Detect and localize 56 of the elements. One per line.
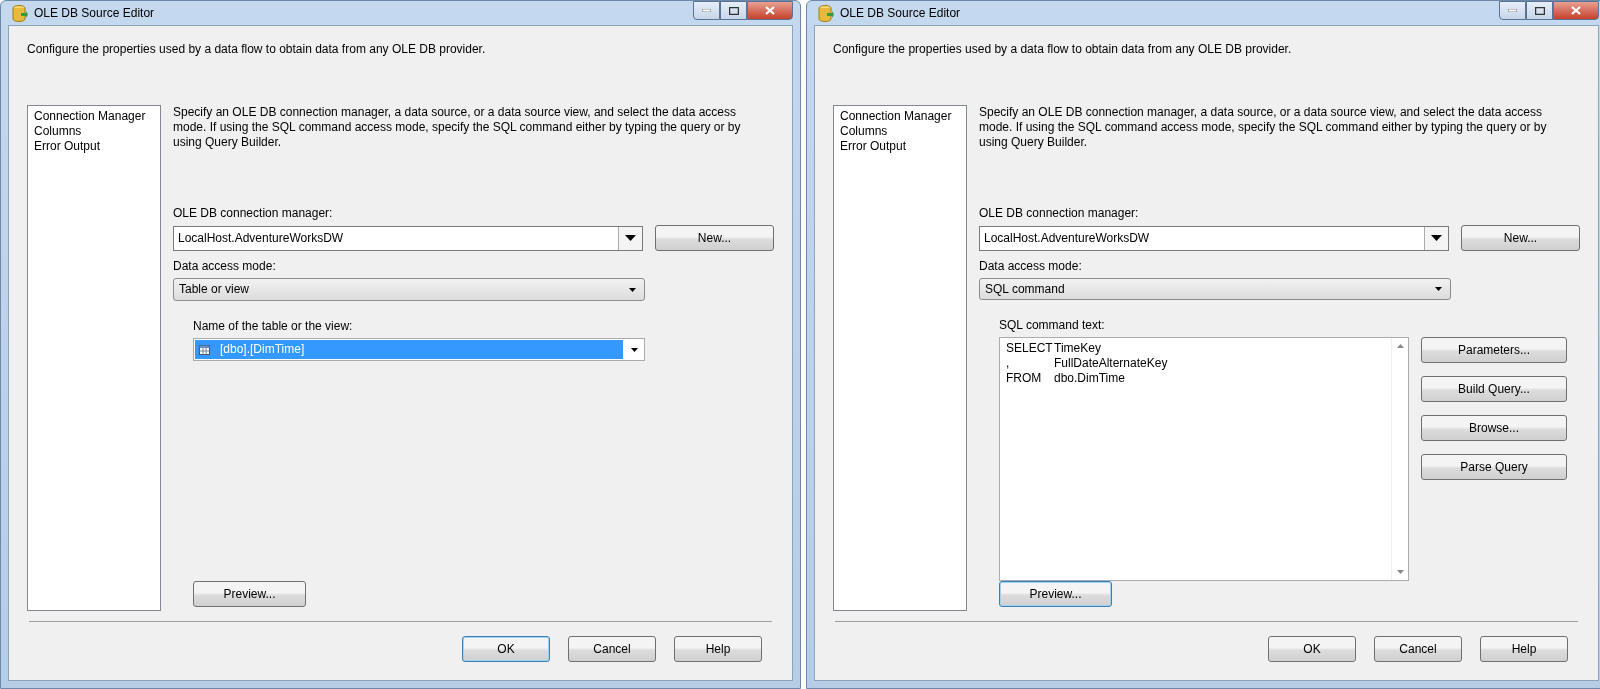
minimize-icon <box>1508 9 1517 12</box>
page-list-item[interactable]: Connection Manager <box>34 109 154 124</box>
maximize-icon <box>1534 6 1545 15</box>
minimize-icon <box>702 9 711 12</box>
dialog-button[interactable]: Cancel <box>568 636 656 662</box>
dialog-button[interactable]: Help <box>1480 636 1568 662</box>
window-title: OLE DB Source Editor <box>840 5 961 21</box>
dialog-button[interactable]: Parameters... <box>1421 337 1567 363</box>
dialog-button[interactable]: OK <box>1268 636 1356 662</box>
maximize-icon <box>728 6 739 15</box>
close-icon <box>1571 6 1581 15</box>
page-list-item[interactable]: Columns <box>34 124 154 139</box>
dialog-button[interactable]: Help <box>674 636 762 662</box>
page-list-item[interactable]: Columns <box>840 124 960 139</box>
caret-down-icon <box>1431 235 1442 241</box>
dialog-button[interactable]: Cancel <box>1374 636 1462 662</box>
table-icon <box>199 344 210 355</box>
access-mode-dropdown[interactable]: SQL command <box>979 278 1451 300</box>
new-button[interactable]: New... <box>655 225 774 251</box>
caret-down-icon <box>1435 287 1442 291</box>
database-icon <box>818 4 834 22</box>
page-list-item[interactable]: Connection Manager <box>840 109 960 124</box>
field-label: OLE DB connection manager: <box>979 206 1140 221</box>
dialog-button[interactable]: Parse Query <box>1421 454 1567 480</box>
dialog-button[interactable]: OK <box>462 636 550 662</box>
minimize-button[interactable] <box>693 1 720 20</box>
dialog-button[interactable]: Browse... <box>1421 415 1567 441</box>
close-button[interactable] <box>1553 1 1599 20</box>
new-button[interactable]: New... <box>1461 225 1580 251</box>
window-title: OLE DB Source Editor <box>34 5 155 21</box>
maximize-button[interactable] <box>720 1 747 20</box>
field-label: Data access mode: <box>173 259 277 274</box>
preview-button[interactable]: Preview... <box>193 581 306 607</box>
field-label: Name of the table or the view: <box>193 319 354 334</box>
connection-dropdown[interactable]: LocalHost.AdventureWorksDW <box>979 225 1449 251</box>
instructions-text: Specify an OLE DB connection manager, a data source, or a data source view, and select the data access mode. If using the SQL command access mode, specify the SQL command either by typing the query or by using Query Builder. <box>979 105 1548 150</box>
page-list-item[interactable]: Error Output <box>840 139 960 154</box>
minimize-button[interactable] <box>1499 1 1526 20</box>
close-icon <box>765 6 775 15</box>
instructions-text: Specify an OLE DB connection manager, a data source, or a data source view, and select the data access mode. If using the SQL command access mode, specify the SQL command either by typing the query or by using Query Builder. <box>173 105 742 150</box>
field-label: Data access mode: <box>979 259 1083 274</box>
description-text: Configure the properties used by a data flow to obtain data from any OLE DB provider. <box>27 42 487 57</box>
database-icon <box>12 4 28 22</box>
page-list-item[interactable]: Error Output <box>34 139 154 154</box>
caret-down-icon <box>625 235 636 241</box>
field-label: SQL command text: <box>999 318 1106 333</box>
caret-down-icon <box>629 287 636 292</box>
maximize-button[interactable] <box>1526 1 1553 20</box>
close-button[interactable] <box>747 1 793 20</box>
access-mode-dropdown[interactable]: Table or view <box>173 278 645 301</box>
caret-down-icon <box>630 347 638 352</box>
description-text: Configure the properties used by a data flow to obtain data from any OLE DB provider. <box>833 42 1293 57</box>
connection-dropdown[interactable]: LocalHost.AdventureWorksDW <box>173 225 643 251</box>
preview-button[interactable]: Preview... <box>999 581 1112 607</box>
field-label: OLE DB connection manager: <box>173 206 334 221</box>
dialog-button[interactable]: Build Query... <box>1421 376 1567 402</box>
